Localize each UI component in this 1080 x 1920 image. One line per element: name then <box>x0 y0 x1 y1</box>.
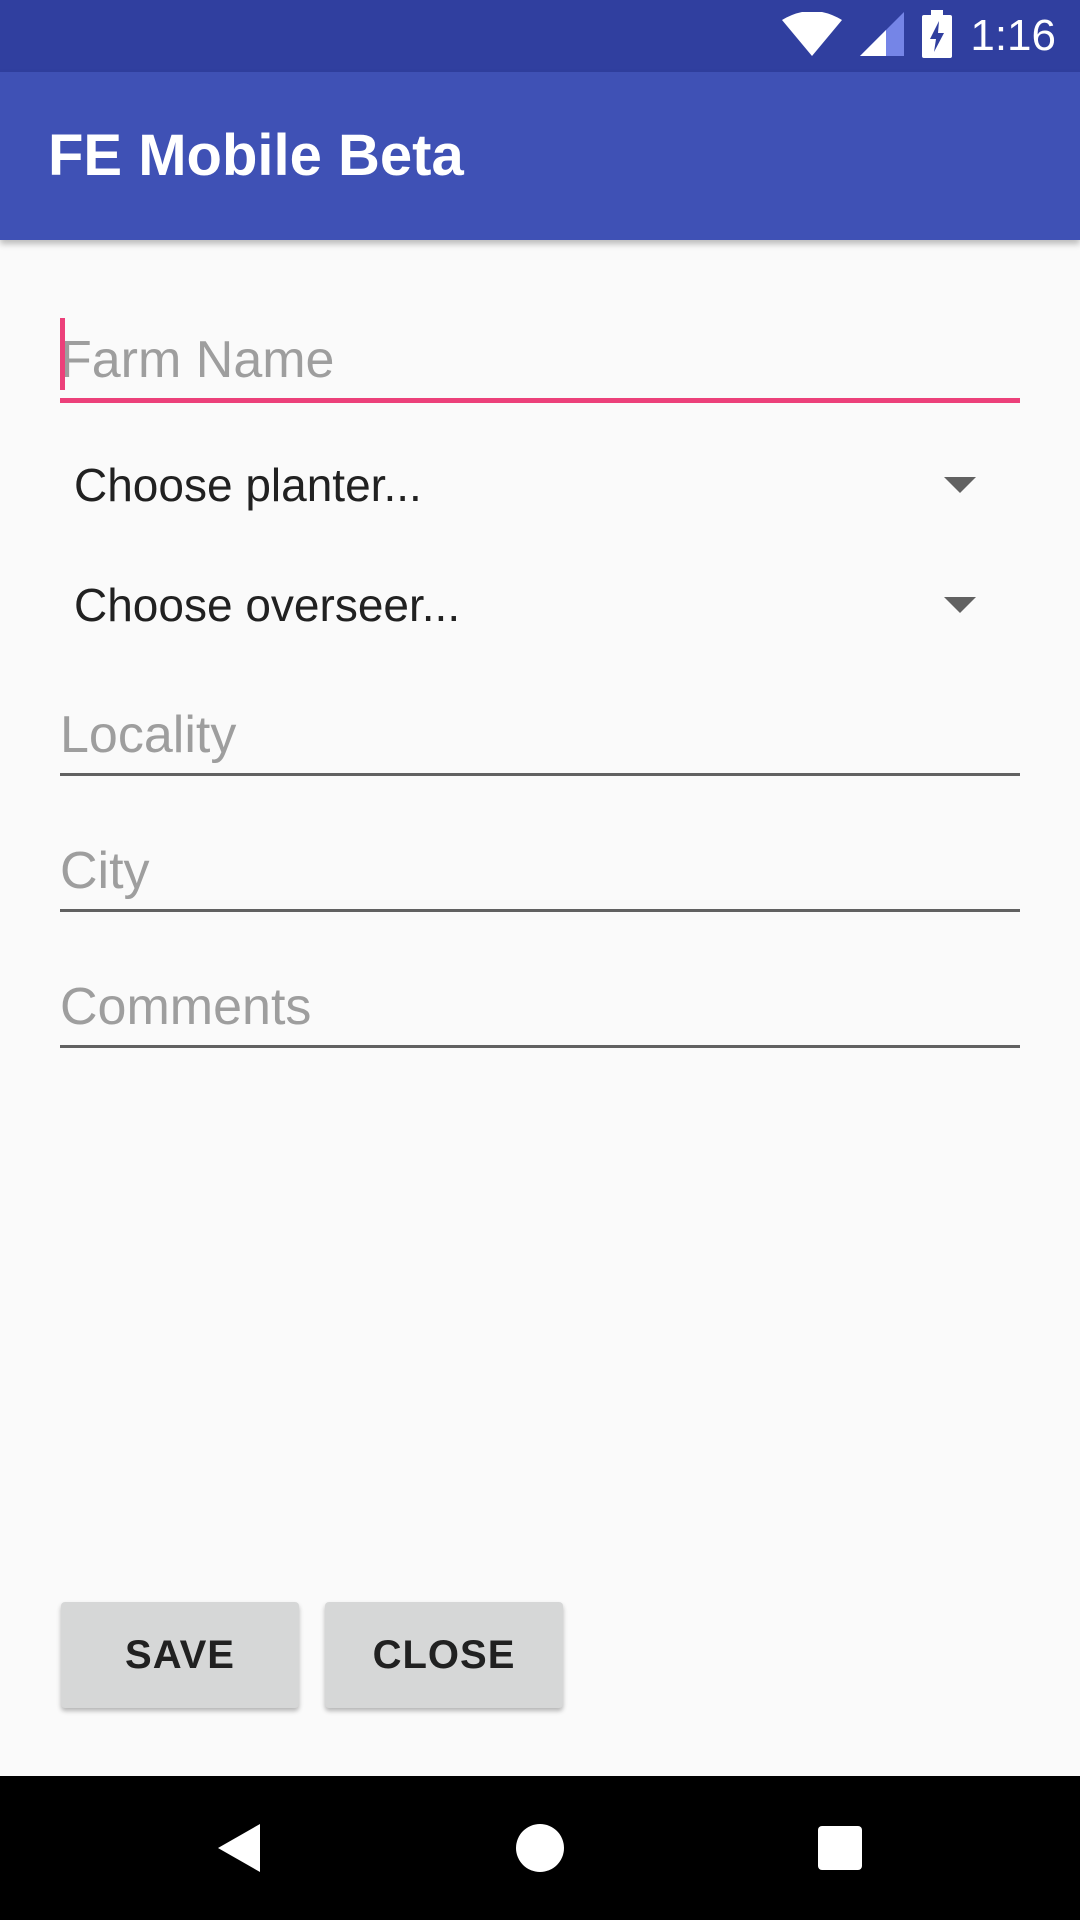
status-icons: 1:16 <box>782 0 1056 72</box>
city-placeholder: City <box>60 842 150 900</box>
battery-charging-icon <box>922 9 953 63</box>
save-button[interactable]: SAVE <box>61 1602 299 1708</box>
cell-signal-icon <box>860 11 905 61</box>
planter-spinner[interactable]: Choose planter... <box>60 440 1020 530</box>
city-field[interactable]: City <box>60 829 1020 912</box>
recents-icon[interactable] <box>818 1826 862 1870</box>
planter-spinner-value: Choose planter... <box>74 459 422 511</box>
farm-name-placeholder: Farm Name <box>60 331 335 389</box>
locality-field[interactable]: Locality <box>60 693 1020 776</box>
app-title: FE Mobile Beta <box>48 123 464 188</box>
status-bar: 1:16 <box>0 0 1080 72</box>
status-time: 1:16 <box>970 11 1056 60</box>
farm-name-field[interactable]: Farm Name <box>60 318 1020 403</box>
back-icon[interactable] <box>218 1824 260 1872</box>
overseer-spinner-value: Choose overseer... <box>74 579 461 631</box>
locality-placeholder: Locality <box>60 706 237 764</box>
text-cursor <box>60 318 65 390</box>
dropdown-arrow-icon <box>944 477 976 493</box>
comments-placeholder: Comments <box>60 978 312 1036</box>
app-bar: FE Mobile Beta <box>0 72 1080 240</box>
comments-field[interactable]: Comments <box>60 965 1020 1048</box>
close-button[interactable]: CLOSE <box>325 1602 563 1708</box>
home-icon[interactable] <box>516 1824 564 1872</box>
overseer-spinner[interactable]: Choose overseer... <box>60 560 1020 650</box>
dropdown-arrow-icon <box>944 597 976 613</box>
wifi-icon <box>782 10 843 61</box>
navigation-bar <box>0 1776 1080 1920</box>
